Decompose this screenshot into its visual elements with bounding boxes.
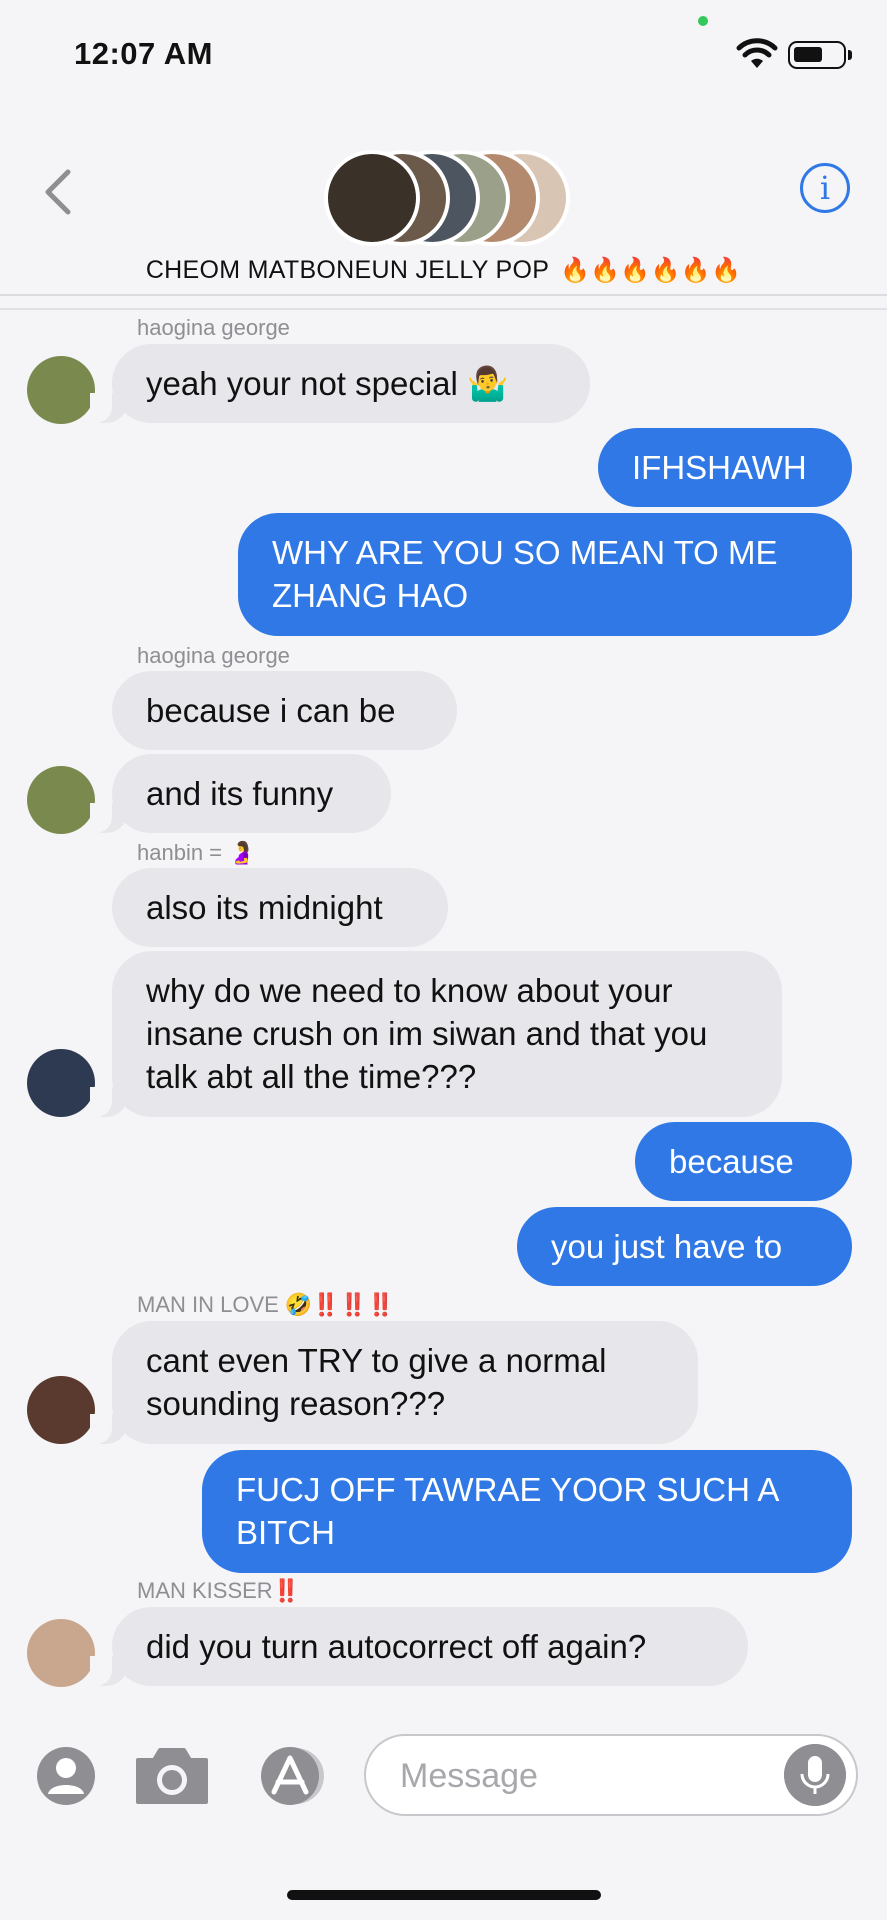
sender-name-text: MAN IN LOVE	[137, 1292, 285, 1317]
incoming-message[interactable]: also its midnight	[112, 868, 448, 947]
outgoing-message[interactable]: because	[635, 1122, 852, 1201]
sender-emoji: 🤰	[228, 840, 256, 865]
incoming-message[interactable]: because i can be	[112, 671, 457, 750]
double-exclamation-marks: ‼️‼️‼️	[312, 1292, 395, 1317]
camera-icon[interactable]	[134, 1746, 210, 1806]
divider	[0, 294, 887, 310]
message-input-field[interactable]	[364, 1734, 858, 1816]
input-bar	[0, 1710, 887, 1920]
sender-name-text: hanbin =	[137, 840, 229, 865]
sender-name: haogina george	[137, 315, 290, 340]
avatar[interactable]	[27, 766, 95, 834]
status-time: 12:07 AM	[74, 36, 213, 71]
conversation-header: i CHEOM MATBONEUN JELLY POP 🔥🔥🔥🔥🔥🔥	[0, 110, 887, 296]
sender-name: MAN KISSER‼️	[137, 1578, 300, 1604]
incoming-message[interactable]: did you turn autocorrect off again?	[90, 1607, 748, 1686]
incoming-message[interactable]: and its funny	[90, 754, 391, 833]
double-exclamation-marks: ‼️	[272, 1578, 301, 1603]
group-name: CHEOM MATBONEUN JELLY POP	[145, 256, 549, 284]
sender-emoji: 🤣	[284, 1292, 313, 1317]
wifi-icon	[736, 38, 778, 68]
title-emojis: 🔥🔥🔥🔥🔥🔥	[560, 257, 742, 284]
outgoing-message[interactable]: FUCJ OFF TAWRAE YOOR SUCH A BITCH	[202, 1450, 852, 1573]
incoming-message[interactable]: why do we need to know about your insane…	[90, 951, 782, 1117]
group-title[interactable]: CHEOM MATBONEUN JELLY POP 🔥🔥🔥🔥🔥🔥	[0, 256, 887, 285]
microphone-icon[interactable]	[784, 1744, 846, 1806]
sender-name-text: MAN KISSER	[137, 1578, 273, 1603]
sender-name: hanbin = 🤰	[137, 840, 256, 866]
avatar[interactable]	[27, 1376, 95, 1444]
contact-icon[interactable]	[36, 1746, 96, 1806]
member-avatar	[324, 150, 420, 246]
battery-level	[794, 47, 822, 62]
outgoing-message[interactable]: WHY ARE YOU SO MEAN TO ME ZHANG HAO	[238, 513, 852, 636]
camera-indicator-dot	[698, 16, 708, 26]
group-avatar-stack[interactable]	[324, 150, 594, 254]
battery-icon	[788, 41, 852, 69]
home-indicator[interactable]	[287, 1890, 601, 1900]
sender-name: MAN IN LOVE 🤣‼️‼️‼️	[137, 1292, 395, 1318]
message-input[interactable]	[398, 1750, 762, 1802]
status-bar: 12:07 AM	[0, 0, 887, 110]
avatar[interactable]	[27, 356, 95, 424]
chevron-left-icon[interactable]	[40, 162, 80, 222]
outgoing-message[interactable]: you just have to	[517, 1207, 852, 1286]
outgoing-message[interactable]: IFHSHAWH	[598, 428, 852, 507]
avatar[interactable]	[27, 1049, 95, 1117]
incoming-message[interactable]: cant even TRY to give a normal sounding …	[90, 1321, 698, 1444]
app-store-icon[interactable]	[252, 1746, 334, 1806]
avatar[interactable]	[27, 1619, 95, 1687]
sender-name: haogina george	[137, 643, 290, 668]
incoming-message[interactable]: yeah your not special 🤷‍♂️	[90, 344, 590, 423]
info-icon[interactable]: i	[800, 163, 850, 213]
